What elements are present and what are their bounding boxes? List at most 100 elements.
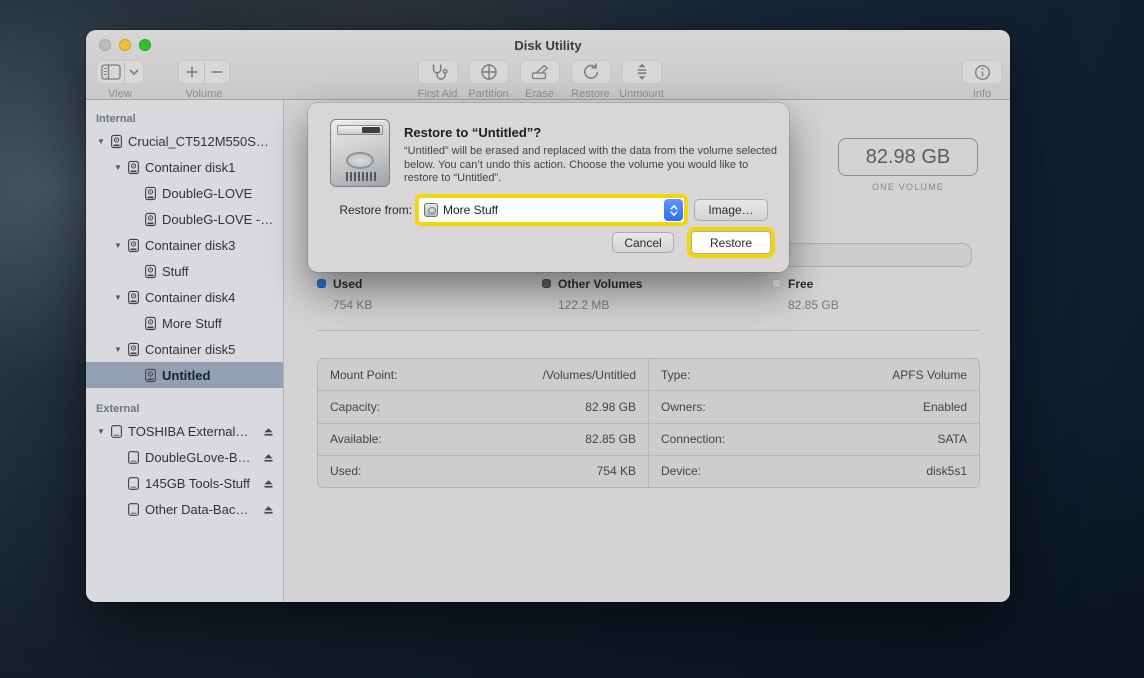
volume-icon [143,212,158,227]
volume-label: Volume [186,88,223,100]
disclosure-triangle[interactable]: ▼ [111,345,125,354]
sidebar-item-label: DoubleG-LOVE [162,186,252,201]
sidebar-item-more-stuff[interactable]: More Stuff [86,310,283,336]
disclosure-triangle[interactable]: ▼ [94,427,108,436]
info-label: Connection: [661,432,725,446]
restore-group: Restore [565,60,616,100]
restore-from-label: Restore from: [322,203,412,217]
info-value: SATA [937,432,967,446]
legend-label: Used [333,277,372,291]
legend-used: Used754 KB [317,277,372,312]
erase-button[interactable] [520,60,560,84]
volume-icon [126,342,141,357]
volume-icon [126,238,141,253]
sidebar-item-crucial-ct512m550s[interactable]: ▼ Crucial_CT512M550S… [86,128,283,154]
restore-button[interactable] [571,60,611,84]
view-button[interactable] [96,60,144,84]
sidebar-item-stuff[interactable]: Stuff [86,258,283,284]
sidebar-section-external: External [86,398,283,418]
legend-label: Free [788,277,839,291]
legend-color-swatch [542,279,551,288]
external-disk-icon [126,502,141,517]
eject-icon[interactable] [262,425,275,438]
info-row-type: Type:APFS Volume [649,359,979,390]
info-label: Capacity: [330,400,380,414]
legend-label: Other Volumes [558,277,642,291]
dialog-body-text: “Untitled” will be erased and replaced w… [404,145,778,186]
sidebar-item-container-disk3[interactable]: ▼Container disk3 [86,232,283,258]
sidebar-section-internal: Internal [86,108,283,128]
disclosure-triangle[interactable]: ▼ [111,163,125,172]
add-volume-button[interactable] [178,60,204,84]
sidebar-item-doubleg-love[interactable]: DoubleG-LOVE -… [86,206,283,232]
legend-color-swatch [317,279,326,288]
legend-value: 122.2 MB [558,298,642,312]
info-label: Info [973,88,991,100]
eject-icon[interactable] [262,503,275,516]
info-table-left: Mount Point:/Volumes/Untitled Capacity: 82… [318,359,648,487]
sidebar-item-doubleglove-b[interactable]: DoubleGLove-B… [86,444,283,470]
sidebar-item-label: Untitled [162,368,210,383]
eject-icon[interactable] [262,451,275,464]
sidebar-item-label: DoubleG-LOVE -… [162,212,273,227]
info-label: Mount Point: [330,368,397,382]
first-aid-group: First Aid [412,60,463,100]
volume-icon [109,134,124,149]
sidebar-item-toshiba-external[interactable]: ▼ TOSHIBA External… [86,418,283,444]
volume-icon [143,316,158,331]
sidebar-item-145gb-tools-stuff[interactable]: 145GB Tools-Stuff [86,470,283,496]
partition-button[interactable] [469,60,509,84]
sidebar-item-label: Other Data-Bac… [145,502,248,517]
sidebar: Internal▼Crucial_CT512M550S…▼Container d… [86,100,284,602]
chevron-down-icon[interactable] [124,60,144,84]
cancel-button[interactable]: Cancel [612,232,674,253]
storage-legend: Used754 KB Other Volumes 122.2 MB Free 82.85… [317,277,997,317]
info-row-device: Device:disk5s1 [649,455,979,487]
sidebar-item-other-data-bac[interactable]: Other Data-Bac… [86,496,283,522]
volume-icon [143,264,158,279]
info-row-mount-point: Mount Point:/Volumes/Untitled [318,359,648,390]
external-disk-icon [126,476,141,491]
restore-button[interactable]: Restore [691,231,771,254]
info-label: Device: [661,464,701,478]
info-button[interactable] [962,60,1002,84]
sidebar-item-label: Container disk4 [145,290,235,305]
legend-other-volumes: Other Volumes 122.2 MB [542,277,642,312]
volume-icon [126,160,141,175]
legend-value: 82.85 GB [788,298,839,312]
info-value: APFS Volume [892,368,967,382]
erase-label: Erase [525,88,554,100]
sidebar-item-doubleg-love[interactable]: DoubleG-LOVE [86,180,283,206]
info-label: Owners: [661,400,706,414]
eject-icon[interactable] [262,477,275,490]
legend-free: Free 82.85 GB [772,277,839,312]
disclosure-triangle[interactable]: ▼ [111,241,125,250]
sidebar-item-untitled[interactable]: Untitled [86,362,283,388]
info-label: Available: [330,432,382,446]
image-button[interactable]: Image… [694,199,768,221]
sidebar-item-container-disk4[interactable]: ▼ Container disk4 [86,284,283,310]
disclosure-triangle[interactable]: ▼ [94,137,108,146]
sidebar-item-label: TOSHIBA External… [128,424,248,439]
volume-icon [143,368,158,383]
view-label: View [108,88,132,100]
volume-icon [424,203,438,217]
volume-size-box: 82.98 GB [838,138,978,176]
sidebar-item-label: Container disk1 [145,160,235,175]
info-group: Info [960,60,1004,100]
dropdown-stepper-icon[interactable] [664,199,683,221]
first-aid-button[interactable] [418,60,458,84]
dialog-title: Restore to “Untitled”? [404,125,541,140]
restore-source-highlight: More Stuff [415,194,688,226]
unmount-button[interactable] [622,60,662,84]
sidebar-item-label: Crucial_CT512M550S… [128,134,269,149]
info-value: 82.85 GB [585,432,636,446]
sidebar-item-container-disk1[interactable]: ▼ Container disk1 [86,154,283,180]
sidebar-item-container-disk5[interactable]: ▼Container disk5 [86,336,283,362]
disclosure-triangle[interactable]: ▼ [111,293,125,302]
desktop: { "window": { "title": "Disk Utility" },… [0,0,1144,678]
remove-volume-button[interactable] [204,60,230,84]
partition-label: Partition [468,88,508,100]
sidebar-icon[interactable] [96,60,124,84]
restore-source-dropdown[interactable]: More Stuff [419,198,684,222]
